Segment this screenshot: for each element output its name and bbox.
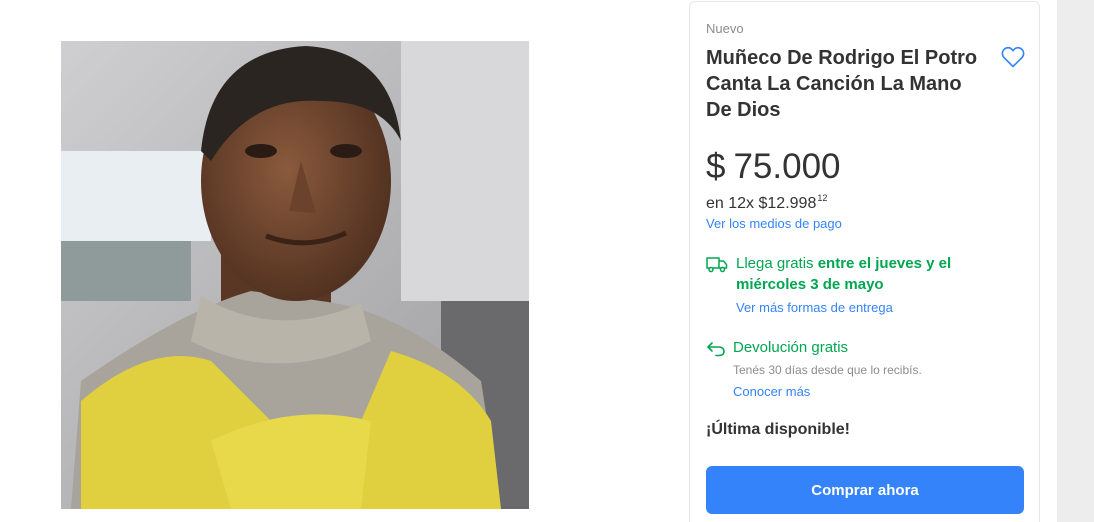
product-image (61, 41, 529, 509)
price: $75.000 (706, 147, 841, 187)
installments-prefix: en 12x (706, 195, 755, 212)
more-delivery-options-link[interactable]: Ver más formas de entrega (736, 300, 893, 316)
returns-more-link[interactable]: Conocer más (733, 384, 810, 400)
product-title: Muñeco De Rodrigo El Potro Canta La Canc… (706, 47, 978, 121)
truck-icon (706, 255, 728, 273)
return-arrow-icon (706, 339, 726, 357)
installments-cents: 12 (817, 193, 828, 203)
returns-title: Devolución gratis (733, 339, 849, 356)
buy-now-button[interactable]: Comprar ahora (706, 466, 1024, 514)
price-amount: 75.000 (733, 147, 841, 186)
shipping-info: Llega gratis entre el jueves y el miérco… (736, 253, 996, 295)
installments: en 12x $12.99812 (706, 188, 827, 214)
installments-amount: 12.998 (767, 195, 817, 212)
product-photo[interactable] (61, 41, 529, 509)
condition-label: Nuevo (706, 21, 744, 36)
price-currency: $ (706, 147, 726, 186)
shipping-label: Llega gratis (736, 255, 818, 272)
buy-box: Nuevo Muñeco De Rodrigo El Potro Canta L… (689, 1, 1040, 522)
returns-subtitle: Tenés 30 días desde que lo recibís. (733, 363, 922, 377)
payment-methods-link[interactable]: Ver los medios de pago (706, 216, 842, 232)
heart-outline-icon[interactable] (1001, 46, 1027, 70)
page-gutter (1057, 0, 1094, 522)
stock-status: ¡Última disponible! (706, 421, 850, 438)
product-page: Nuevo Muñeco De Rodrigo El Potro Canta L… (0, 0, 1094, 522)
